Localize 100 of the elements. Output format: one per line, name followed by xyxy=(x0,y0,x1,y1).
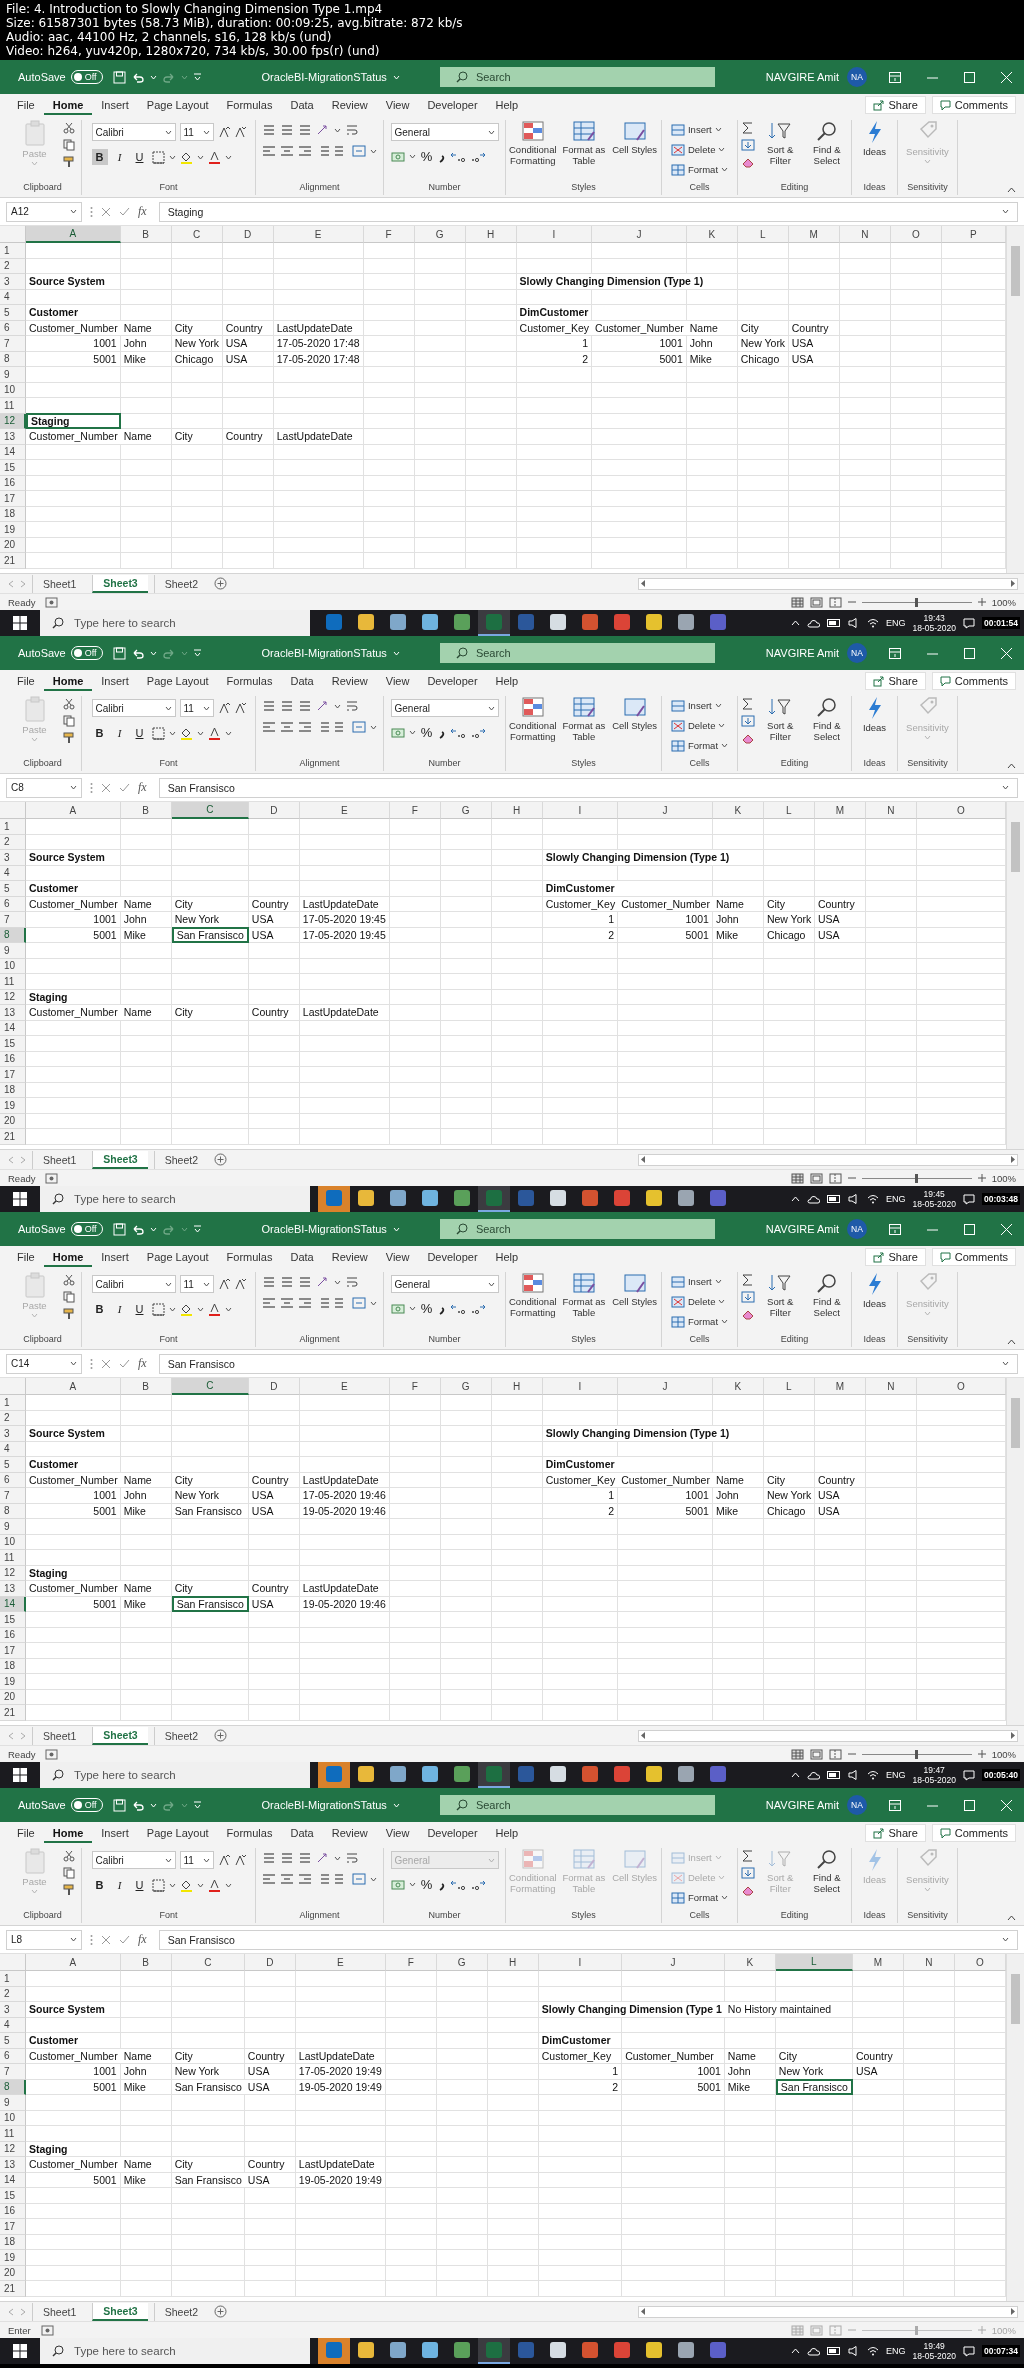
cloud-icon[interactable] xyxy=(806,1194,820,1204)
clock[interactable]: 19:43 18-05-2020 xyxy=(912,613,956,633)
column-header[interactable]: G xyxy=(436,1954,488,1971)
zoom-slider[interactable] xyxy=(861,597,972,607)
currency-icon[interactable] xyxy=(390,150,405,163)
ribbon-tab[interactable]: File xyxy=(8,671,44,691)
ribbon-tab[interactable]: Home xyxy=(43,95,93,115)
row-header[interactable]: 3 xyxy=(0,274,26,290)
column-header[interactable]: K xyxy=(724,1954,776,1971)
scroll-right-icon[interactable] xyxy=(1010,2308,1015,2315)
speaker-icon[interactable] xyxy=(847,618,860,628)
cell-styles-button[interactable]: Cell Styles xyxy=(611,696,658,731)
find-select-button[interactable]: Find & Select xyxy=(805,120,848,166)
column-header[interactable]: E xyxy=(295,1954,386,1971)
search-icon[interactable] xyxy=(52,2345,64,2357)
chevron-up-icon[interactable] xyxy=(790,620,800,626)
macro-record-icon[interactable] xyxy=(45,1748,59,1760)
share-button[interactable]: Share xyxy=(865,1824,926,1842)
caret-icon[interactable] xyxy=(714,1279,722,1284)
insert-button[interactable]: Insert xyxy=(670,122,729,137)
clock[interactable]: 19:45 18-05-2020 xyxy=(912,1189,956,1209)
comments-button[interactable]: Comments xyxy=(931,1248,1016,1266)
delete-button[interactable]: Delete xyxy=(670,718,729,733)
row-header[interactable]: 1 xyxy=(0,1971,26,1987)
ribbon-tab[interactable]: Help xyxy=(486,671,528,691)
column-header[interactable]: C xyxy=(171,1378,249,1395)
align-center-icon[interactable] xyxy=(280,145,294,157)
zoom-in-icon[interactable] xyxy=(977,598,986,606)
maximize-icon[interactable] xyxy=(964,1799,975,1811)
decrease-decimal-icon[interactable] xyxy=(469,726,486,739)
speaker-icon[interactable] xyxy=(847,1770,860,1780)
user-avatar[interactable]: NA xyxy=(847,1795,867,1815)
customize-caret-icon[interactable] xyxy=(192,649,202,657)
column-header[interactable]: E xyxy=(299,802,390,819)
align-bottom-icon[interactable] xyxy=(298,1852,312,1864)
macro-record-icon[interactable] xyxy=(45,1172,59,1184)
caret-icon[interactable] xyxy=(1002,1361,1009,1366)
vertical-scrollbar[interactable] xyxy=(1006,226,1024,573)
column-header[interactable]: F xyxy=(363,226,415,243)
share-button[interactable]: Share xyxy=(865,96,926,114)
macro-record-icon[interactable] xyxy=(45,596,59,608)
vertical-scrollbar[interactable] xyxy=(1006,802,1024,1149)
row-header[interactable]: 21 xyxy=(0,1129,26,1145)
ribbon-tab[interactable]: View xyxy=(376,95,419,115)
caret-icon[interactable] xyxy=(202,1281,210,1287)
ribbon-tab[interactable]: Page Layout xyxy=(137,671,218,691)
column-header[interactable]: I xyxy=(516,226,593,243)
number-format-dropdown[interactable]: General xyxy=(390,123,499,141)
customize-caret-icon[interactable] xyxy=(192,73,202,81)
column-header[interactable]: G xyxy=(414,226,466,243)
wifi-icon[interactable] xyxy=(866,1194,879,1204)
column-header[interactable]: H xyxy=(491,802,543,819)
caret-icon[interactable] xyxy=(1002,209,1009,214)
caret-icon[interactable] xyxy=(334,1279,341,1285)
currency-icon[interactable] xyxy=(390,726,405,739)
vertical-scrollbar[interactable] xyxy=(1006,1378,1024,1725)
row-header[interactable]: 13 xyxy=(0,2157,26,2173)
align-middle-icon[interactable] xyxy=(280,700,294,712)
column-header[interactable]: A xyxy=(26,1954,121,1971)
caret-icon[interactable] xyxy=(370,148,377,154)
caret-icon[interactable] xyxy=(70,785,77,790)
row-header[interactable]: 5 xyxy=(0,1457,26,1473)
row-header[interactable]: 5 xyxy=(0,305,26,321)
number-format-dropdown[interactable]: General xyxy=(390,1275,499,1293)
column-header[interactable]: J xyxy=(618,1378,713,1395)
page-layout-icon[interactable] xyxy=(809,596,823,608)
caret-icon[interactable] xyxy=(721,1319,729,1324)
ribbon-tab[interactable]: Page Layout xyxy=(137,1247,218,1267)
align-right-icon[interactable] xyxy=(298,145,312,157)
eraser-icon[interactable] xyxy=(741,156,755,168)
percent-style-button[interactable]: % xyxy=(419,725,434,740)
grid-plus-icon[interactable] xyxy=(670,1275,685,1288)
column-header[interactable]: J xyxy=(592,226,687,243)
caret-icon[interactable] xyxy=(168,154,176,160)
ribbon-tab[interactable]: Review xyxy=(322,1823,377,1843)
zoom-slider-thumb[interactable] xyxy=(915,597,919,607)
ribbon-tab[interactable]: Formulas xyxy=(217,1823,282,1843)
decrease-decimal-icon[interactable] xyxy=(469,1878,486,1891)
ribbon-tab[interactable]: Page Layout xyxy=(137,95,218,115)
column-header[interactable]: N xyxy=(903,1954,955,1971)
column-header[interactable]: H xyxy=(487,1954,539,1971)
column-header[interactable]: L xyxy=(737,226,789,243)
normal-view-icon[interactable] xyxy=(790,1172,804,1184)
format-button[interactable]: Format xyxy=(670,162,729,177)
row-header[interactable]: 15 xyxy=(0,2188,26,2204)
grid-chart-icon[interactable] xyxy=(520,120,545,142)
file-name-button[interactable]: OracleBI-MigrationSTatus xyxy=(261,1223,400,1235)
increase-font-size-icon[interactable] xyxy=(217,1854,230,1866)
insert-function-button[interactable]: fx xyxy=(138,204,147,219)
row-header[interactable]: 1 xyxy=(0,819,26,835)
conditional-formatting-button[interactable]: Conditional Formatting xyxy=(509,1272,557,1318)
column-header[interactable]: F xyxy=(385,1954,437,1971)
row-header[interactable]: 7 xyxy=(0,1488,26,1504)
format-painter-icon[interactable] xyxy=(62,1308,75,1320)
page-layout-icon[interactable] xyxy=(809,1748,823,1760)
conditional-formatting-button[interactable]: Conditional Formatting xyxy=(509,696,557,742)
font-name-dropdown[interactable]: Calibri xyxy=(91,699,176,717)
windows-logo-icon[interactable] xyxy=(13,2344,27,2358)
align-right-icon[interactable] xyxy=(298,1297,312,1309)
format-as-table-button[interactable]: Format as Table xyxy=(560,120,608,166)
